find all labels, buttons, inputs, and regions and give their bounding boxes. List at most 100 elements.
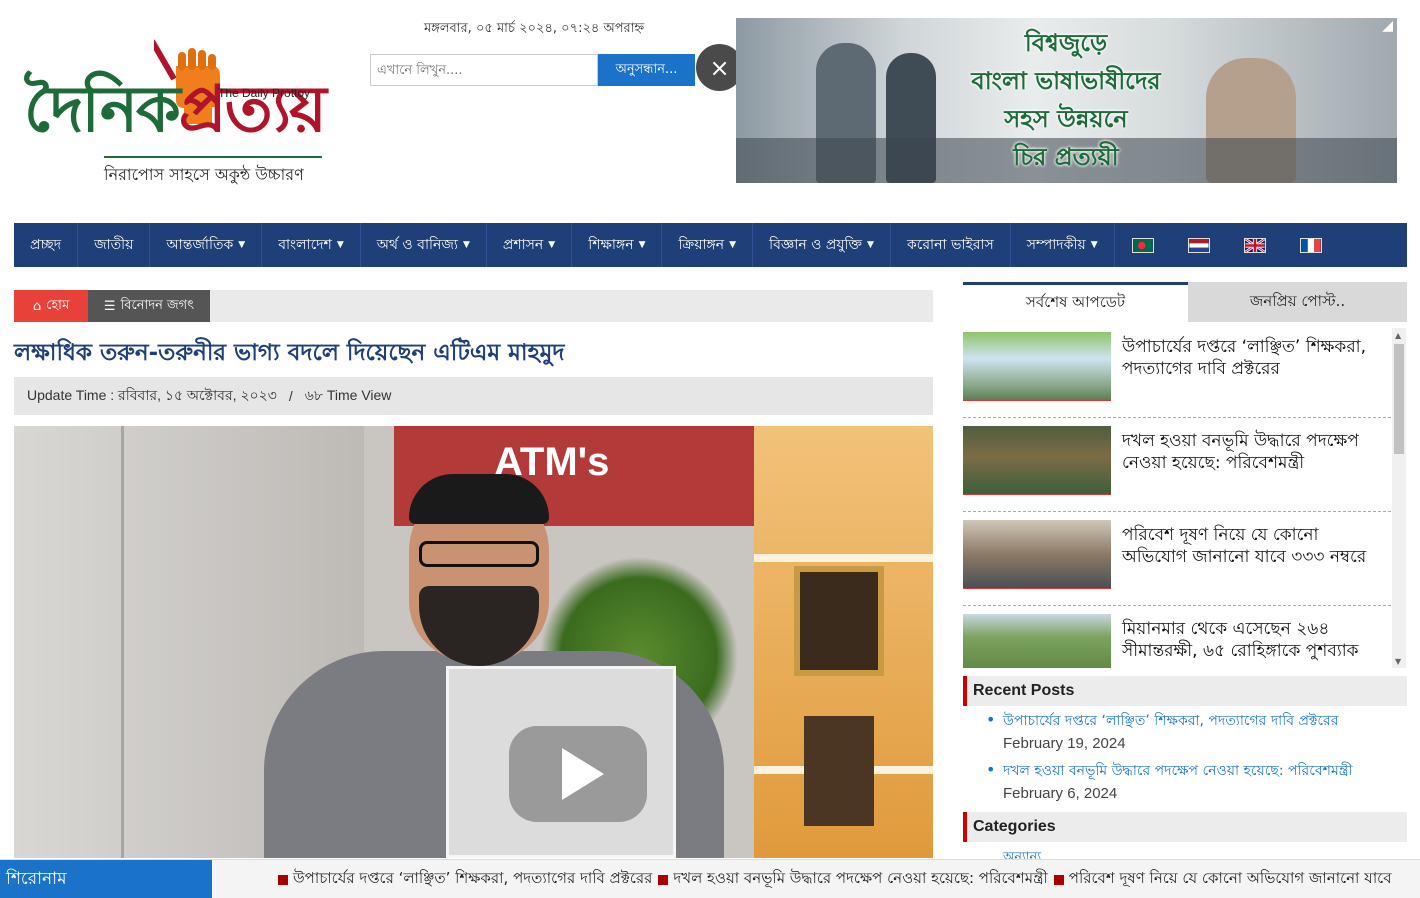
recent-post-date: February 19, 2024 [1003, 735, 1126, 752]
categories-heading: Categories [963, 812, 1407, 842]
logo-tagline: নিরাপোস সাহসে অকুন্ঠ উচ্চারণ [104, 165, 304, 184]
bullet-square-icon [658, 874, 669, 885]
nav-item-home[interactable]: প্রচ্ছদ [14, 223, 79, 267]
page: দৈনিকপ্রত্যয় The Daily Prottoy নিরাপোস … [0, 0, 1420, 898]
uk-flag-icon[interactable] [1243, 237, 1266, 253]
home-icon: ⌂ [32, 298, 42, 314]
article-headline: লক্ষাধিক তরুন-তরুনীর ভাগ্য বদলে দিয়েছেন… [14, 340, 565, 366]
ad-text: বিশ্বজুড়ে বাংলা ভাষাভাষীদের সহস উন্নয়ন… [966, 24, 1166, 176]
ticker-track: উপাচার্যের দপ্তরে ‘লাঞ্ছিত’ শিক্ষকরা, পদ… [278, 860, 1398, 898]
recent-posts-list: উপাচার্যের দপ্তরে ‘লাঞ্ছিত’ শিক্ষকরা, পদ… [984, 710, 1404, 811]
ticker-label: শিরোনাম [0, 860, 212, 898]
feed-item[interactable]: মিয়ানমার থেকে এসেছেন ২৬৪ সীমান্তরক্ষী, … [963, 610, 1391, 668]
nav-item-national[interactable]: জাতীয় [78, 223, 151, 267]
nav-label: বাংলাদেশ [278, 237, 332, 253]
breadcrumb-category-label: বিনোদন জগৎ [120, 297, 195, 313]
article-meta: Update Time : রবিবার, ১৫ অক্টোবর, ২০২৩ /… [14, 377, 933, 415]
nav-item-bangladesh[interactable]: বাংলাদেশ ▼ [262, 223, 361, 267]
main-nav: প্রচ্ছদ জাতীয় আন্তর্জাতিক ▼ বাংলাদেশ ▼ অর… [14, 223, 1407, 267]
logo-title-green: দৈনিক [24, 72, 181, 147]
breadcrumb-home-label: হোম [46, 297, 70, 313]
nav-item-education[interactable]: শিক্ষাঙ্গন ▼ [572, 223, 663, 267]
bullet-square-icon [1053, 874, 1064, 885]
nav-label: প্রচ্ছদ [30, 237, 62, 253]
thumb-footer [963, 494, 1111, 502]
caret-down-icon: ▼ [462, 240, 470, 250]
search-button[interactable]: অনুসন্ধান... [598, 54, 695, 86]
nav-item-sports[interactable]: ক্রিয়াঙ্গন ▼ [662, 223, 754, 267]
scroll-thumb[interactable] [1394, 344, 1404, 454]
image-cabinet [34, 426, 124, 858]
image-award-frame [804, 716, 874, 826]
article-image[interactable]: ATM's [14, 426, 933, 858]
image-award-frame [794, 566, 884, 676]
caret-down-icon: ▼ [336, 240, 344, 250]
caret-down-icon: ▼ [548, 240, 556, 250]
site-logo[interactable]: দৈনিকপ্রত্যয় The Daily Prottoy নিরাপোস … [24, 36, 334, 186]
france-flag-icon[interactable] [1299, 237, 1322, 253]
feed-thumbnail [963, 614, 1111, 668]
bangladesh-flag-icon[interactable] [1131, 237, 1154, 253]
tab-latest[interactable]: সর্বশেষ আপডেট [963, 282, 1188, 322]
nav-item-administration[interactable]: প্রশাসন ▼ [487, 223, 573, 267]
nav-item-international[interactable]: আন্তর্জাতিক ▼ [150, 223, 263, 267]
nav-label: আন্তর্জাতিক [166, 237, 234, 253]
ad-text-line: বিশ্বজুড়ে [1024, 28, 1108, 57]
caret-down-icon: ▼ [867, 240, 874, 250]
feed-item[interactable]: উপাচার্যের দপ্তরে ‘লাঞ্ছিত’ শিক্ষকরা, পদ… [963, 328, 1391, 418]
tab-popular[interactable]: জনপ্রিয় পোস্ট.. [1188, 282, 1407, 322]
nav-label: করোনা ভাইরাস [906, 237, 994, 253]
logo-english: The Daily Prottoy [218, 86, 311, 100]
sidebar-tabs: সর্বশেষ আপডেট জনপ্রিয় পোস্ট.. [963, 282, 1407, 322]
nav-label: অর্থ ও বানিজ্য [376, 237, 458, 253]
ad-banner[interactable]: বিশ্বজুড়ে বাংলা ভাষাভাষীদের সহস উন্নয়ন… [736, 18, 1397, 183]
nav-label: প্রশাসন [502, 237, 544, 253]
recent-post-item: দখল হওয়া বনভূমি উদ্ধারে পদক্ষেপ নেওয়া … [984, 760, 1404, 807]
recent-posts-heading: Recent Posts [963, 676, 1407, 706]
thumb-footer [963, 588, 1111, 596]
update-time: Update Time : রবিবার, ১৫ অক্টোবর, ২০২৩ [27, 387, 277, 403]
feed-thumbnail [963, 520, 1111, 596]
recent-post-link[interactable]: উপাচার্যের দপ্তরে ‘লাঞ্ছিত’ শিক্ষকরা, পদ… [1003, 711, 1404, 731]
meta-separator: / [288, 388, 293, 404]
feed-title: পরিবেশ দূষণ নিয়ে যে কোনো অভিযোগ জানানো … [1122, 525, 1367, 567]
nav-item-science[interactable]: বিজ্ঞান ও প্রযুক্তি ▼ [753, 223, 891, 267]
feed-scrollbar[interactable]: ▲ ▼ [1392, 328, 1406, 668]
nav-label: শিক্ষাঙ্গন [588, 237, 634, 253]
scroll-down-icon[interactable]: ▼ [1395, 657, 1401, 666]
feed-thumbnail [963, 426, 1111, 502]
recent-post-item: উপাচার্যের দপ্তরে ‘লাঞ্ছিত’ শিক্ষকরা, পদ… [984, 710, 1404, 757]
feed-item[interactable]: দখল হওয়া বনভূমি উদ্ধারে পদক্ষেপ নেওয়া … [963, 422, 1391, 512]
breadcrumb: ⌂ হোম ☰ বিনোদন জগৎ [14, 290, 933, 322]
caret-down-icon: ▼ [1090, 240, 1098, 250]
feed-item[interactable]: পরিবেশ দূষণ নিয়ে যে কোনো অভিযোগ জানানো … [963, 516, 1391, 606]
menu-icon: ☰ [103, 298, 116, 314]
search-input[interactable] [370, 54, 598, 86]
image-person-glasses [419, 541, 539, 567]
nav-label: ক্রিয়াঙ্গন [678, 237, 725, 253]
breadcrumb-category[interactable]: ☰ বিনোদন জগৎ [88, 290, 210, 322]
nav-item-economy[interactable]: অর্থ ও বানিজ্য ▼ [361, 223, 487, 267]
ticker-item[interactable]: পরিবেশ দূষণ নিয়ে যে কোনো অভিযোগ জানানো … [1069, 867, 1392, 892]
ticker-item[interactable]: উপাচার্যের দপ্তরে ‘লাঞ্ছিত’ শিক্ষকরা, পদ… [293, 867, 652, 892]
bullet-square-icon [278, 874, 288, 885]
breadcrumb-home[interactable]: ⌂ হোম [14, 290, 88, 322]
latest-feed: উপাচার্যের দপ্তরে ‘লাঞ্ছিত’ শিক্ষকরা, পদ… [963, 328, 1407, 668]
feed-title: দখল হওয়া বনভূমি উদ্ধারে পদক্ষেপ নেওয়া … [1122, 431, 1359, 473]
ad-text-line: চির প্রত্যয়ী [1013, 142, 1119, 171]
scroll-up-icon[interactable]: ▲ [1395, 331, 1401, 340]
ad-close-icon[interactable]: ◢ [1382, 18, 1393, 34]
caret-down-icon: ▼ [238, 240, 246, 250]
nav-item-corona[interactable]: করোনা ভাইরাস [891, 223, 1011, 267]
nav-item-editorial[interactable]: সম্পাদকীয় ▼ [1011, 223, 1115, 267]
image-shelf-board [754, 554, 933, 562]
recent-post-link[interactable]: দখল হওয়া বনভূমি উদ্ধারে পদক্ষেপ নেওয়া … [1003, 761, 1404, 781]
recent-post-date: February 6, 2024 [1003, 785, 1118, 802]
view-count: ৬৮ Time View [304, 387, 392, 403]
netherlands-flag-icon[interactable] [1187, 237, 1210, 253]
image-person-hair [409, 474, 549, 524]
feed-thumbnail [963, 332, 1111, 408]
feed-title: উপাচার্যের দপ্তরে ‘লাঞ্ছিত’ শিক্ষকরা, পদ… [1122, 337, 1367, 379]
ticker-item[interactable]: দখল হওয়া বনভূমি উদ্ধারে পদক্ষেপ নেওয়া … [673, 867, 1047, 892]
nav-label: জাতীয় [94, 237, 134, 253]
